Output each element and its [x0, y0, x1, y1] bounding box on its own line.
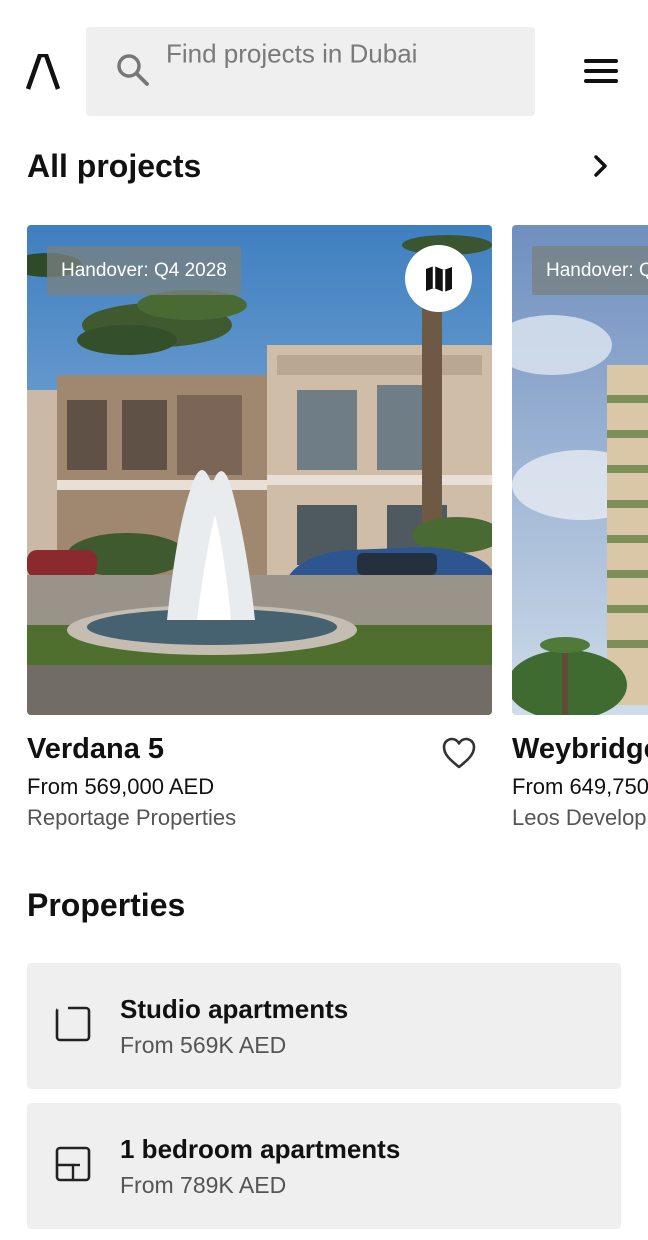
chevron-right-icon[interactable] — [589, 152, 613, 180]
hamburger-menu-icon — [584, 59, 618, 63]
property-type-price: From 569K AED — [120, 1032, 287, 1058]
project-name[interactable]: Verdana 5 — [27, 733, 164, 766]
heart-outline-icon[interactable] — [441, 736, 477, 770]
handover-badge: Handover: Q4 2028 — [47, 246, 241, 295]
property-type-studio[interactable]: Studio apartments From 569K AED — [27, 963, 621, 1089]
properties-heading: Properties — [27, 887, 186, 923]
project-developer: Leos Developments — [512, 805, 648, 830]
property-type-price: From 789K AED — [120, 1172, 287, 1198]
project-price: From 569,000 AED — [27, 774, 215, 799]
project-image[interactable]: Handover: Q4 2027 — [512, 225, 648, 715]
one-bedroom-floorplan-icon — [55, 1146, 91, 1182]
map-icon — [425, 265, 452, 292]
map-button[interactable] — [405, 245, 472, 312]
project-price: From 649,750 AED — [512, 774, 648, 799]
search-icon — [117, 54, 149, 86]
project-card[interactable]: Handover: Q4 2027 Weybridge Gardens From… — [512, 225, 648, 845]
all-projects-heading: All projects — [27, 148, 202, 184]
project-image[interactable]: Handover: Q4 2028 — [27, 225, 492, 715]
project-name[interactable]: Weybridge Gardens — [512, 733, 648, 766]
top-header: Find projects in Dubai — [0, 0, 648, 140]
property-type-title: 1 bedroom apartments — [120, 1134, 401, 1164]
project-photo — [512, 225, 648, 715]
brand-logo-icon[interactable] — [26, 54, 60, 90]
project-developer: Reportage Properties — [27, 805, 237, 830]
search-input[interactable]: Find projects in Dubai — [166, 39, 417, 70]
menu-button[interactable] — [584, 56, 620, 86]
handover-badge: Handover: Q4 2027 — [532, 246, 648, 295]
property-type-1-bedroom[interactable]: 1 bedroom apartments From 789K AED — [27, 1103, 621, 1229]
studio-floorplan-icon — [55, 1006, 91, 1042]
property-type-title: Studio apartments — [120, 994, 349, 1024]
